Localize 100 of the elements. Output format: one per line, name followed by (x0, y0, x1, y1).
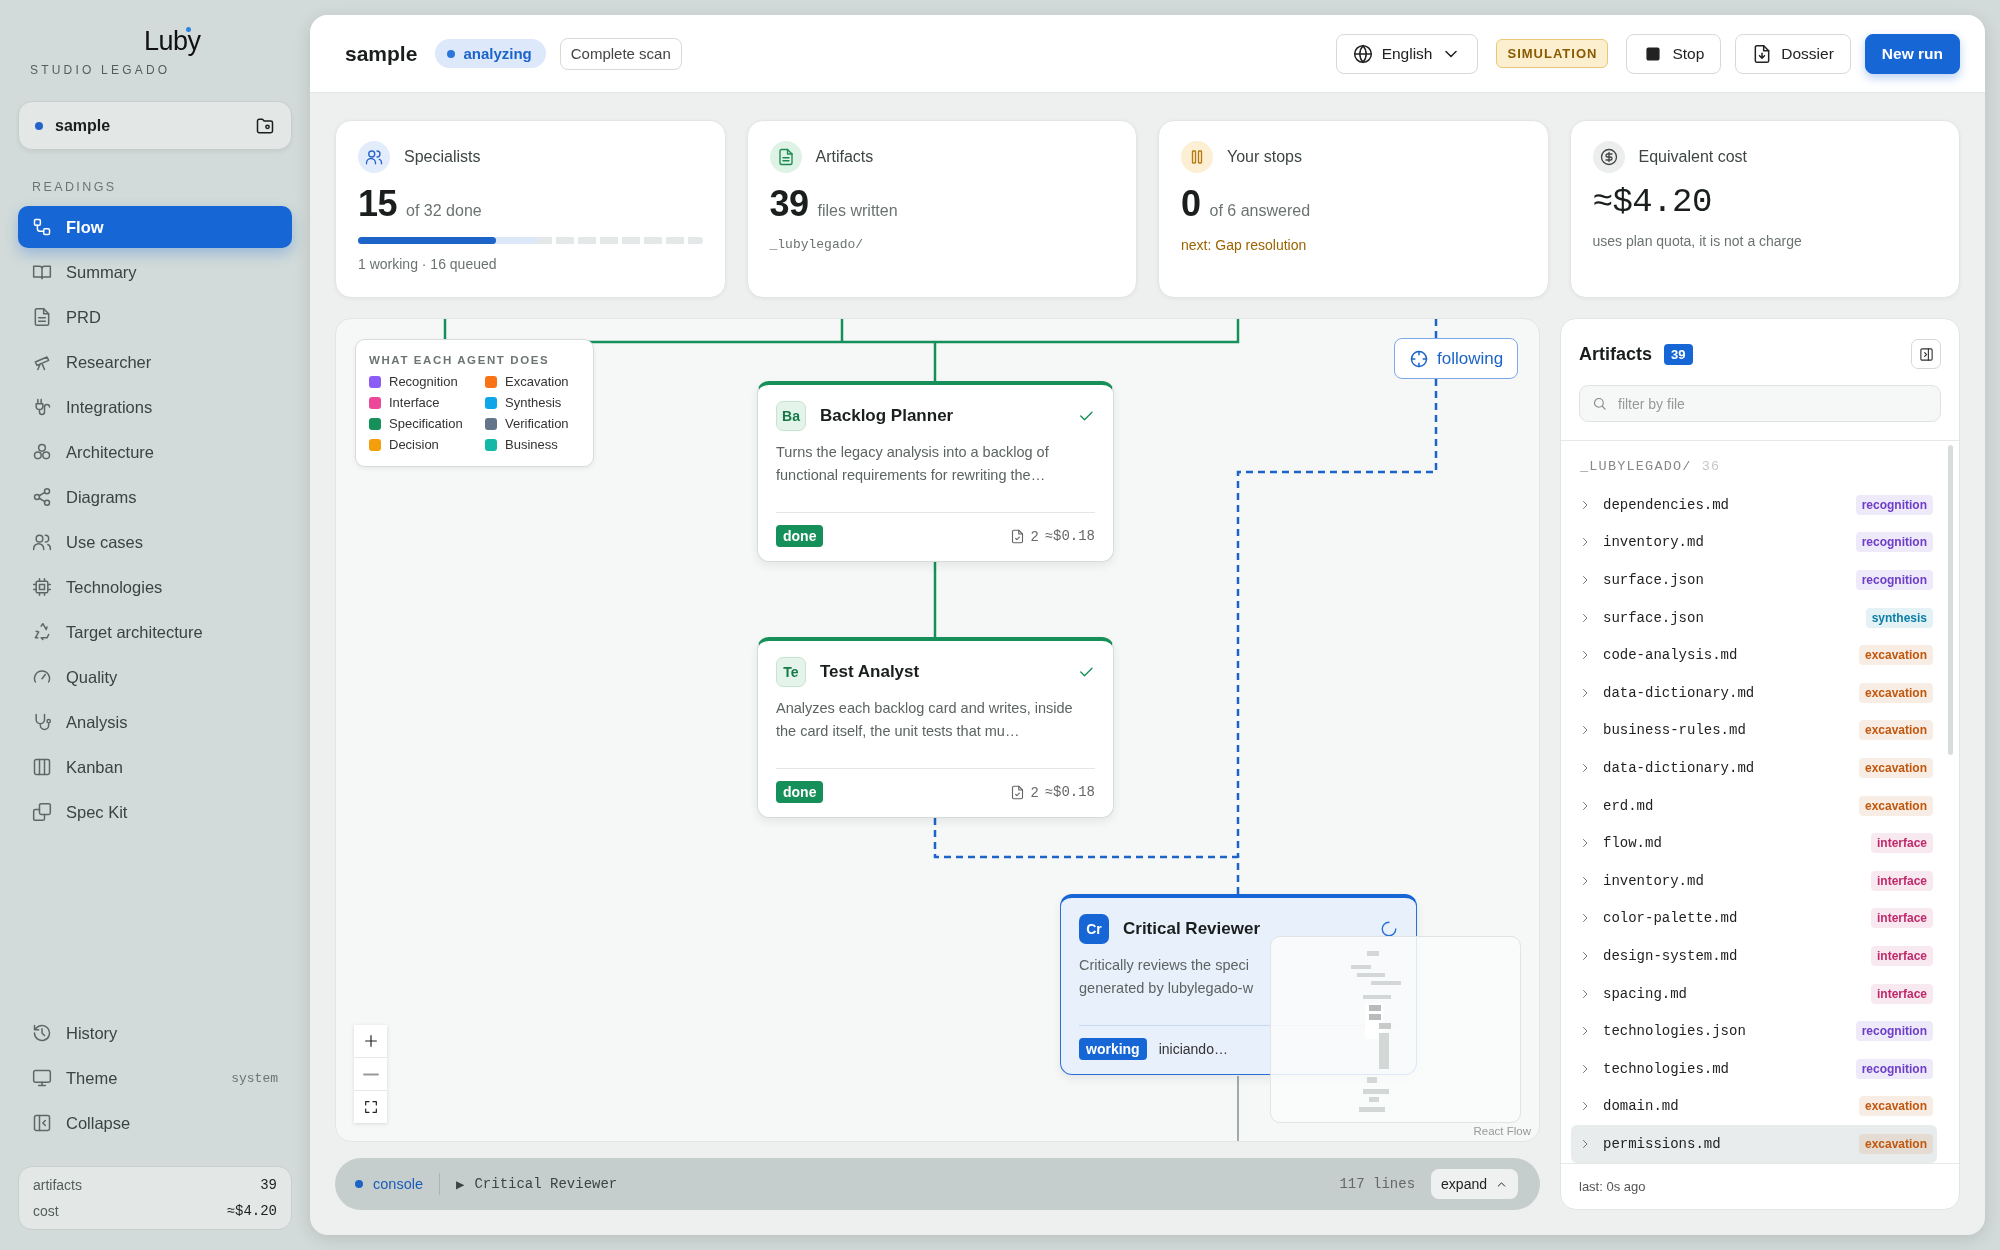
nav-item[interactable]: PRD (18, 296, 292, 338)
scrollbar[interactable] (1948, 445, 1953, 755)
stat-value: 39 (769, 183, 809, 225)
plus-icon (362, 1033, 379, 1049)
users-icon (32, 532, 52, 552)
monitor-icon (32, 1068, 52, 1088)
nav-item[interactable]: Summary (18, 251, 292, 293)
stat-value: 0 (1181, 183, 1201, 225)
plug-icon (32, 397, 52, 417)
legend-label: Business (505, 437, 558, 452)
category-tag: excavation (1858, 795, 1933, 816)
category-tag: recognition (1855, 532, 1933, 553)
file-row[interactable]: surface.json synthesis (1571, 598, 1937, 637)
dossier-button[interactable]: Dossier (1735, 33, 1851, 74)
category-tag: excavation (1858, 720, 1933, 741)
category-tag: excavation (1858, 682, 1933, 703)
file-row[interactable]: domain.md excavation (1571, 1087, 1937, 1126)
file-row[interactable]: dependencies.md recognition (1571, 486, 1937, 524)
stat-caption: of 32 done (406, 202, 482, 220)
console-agent: Critical Reviewer (474, 1176, 618, 1192)
stat-note: next: Gap resolution (1181, 237, 1308, 253)
category-tag: interface (1870, 983, 1933, 1004)
initials-avatar: Te (776, 657, 806, 687)
nav-item[interactable]: Target architecture (18, 611, 292, 653)
nav-item[interactable]: Use cases (18, 521, 292, 563)
status-badge: done (776, 525, 824, 547)
nav-item[interactable]: Researcher (18, 341, 292, 383)
nav-item[interactable]: History (18, 1012, 292, 1054)
nav-item[interactable]: Architecture (18, 431, 292, 473)
nav-item[interactable]: Technologies (18, 566, 292, 608)
nav-item[interactable]: Kanban (18, 746, 292, 788)
node-title: Backlog Planner (820, 406, 955, 426)
columns-icon (32, 757, 52, 777)
history-icon (32, 1023, 52, 1043)
category-tag: recognition (1855, 1021, 1933, 1042)
file-row[interactable]: permissions.md excavation (1571, 1125, 1937, 1163)
category-tag: excavation (1858, 645, 1933, 666)
language-select[interactable]: English (1335, 33, 1479, 74)
share-icon (32, 487, 52, 507)
zoom-in-button[interactable] (354, 1025, 387, 1057)
status-dot (355, 1180, 363, 1188)
file-row[interactable]: surface.json recognition (1571, 561, 1937, 599)
file-count: 2 (1030, 784, 1039, 800)
collapse-icon (32, 1113, 52, 1133)
scan-button[interactable]: Complete scan (559, 37, 682, 70)
file-row[interactable]: inventory.md interface (1571, 861, 1937, 900)
stat-note: _lubylegado/ (769, 237, 865, 252)
file-row[interactable]: design-system.md interface (1571, 937, 1937, 975)
stat-value: 15 (358, 183, 398, 225)
copy-icon (32, 802, 52, 822)
agent-node[interactable]: Ba Backlog Planner Turns the legacy analysis into a backlog of functional requirements for rewriting the… done 2 ≈$0.18 (757, 381, 1114, 562)
follow-button[interactable]: following (1394, 338, 1519, 379)
file-row[interactable]: data-dictionary.md excavation (1571, 673, 1937, 712)
category-tag: recognition (1855, 494, 1933, 515)
nav-item[interactable]: Diagrams (18, 476, 292, 518)
agent-node[interactable]: Te Test Analyst Analyzes each backlog card and writes, inside the card itself, the unit tests that mu… done 2 ≈$0.18 (757, 637, 1114, 818)
brand-subtitle: STUDIO LEGADO (30, 63, 172, 77)
file-row[interactable]: spacing.md interface (1571, 974, 1937, 1013)
filter-field[interactable]: filter by file (1579, 385, 1941, 422)
file-row[interactable]: data-dictionary.md excavation (1571, 749, 1937, 787)
node-title: Test Analyst (820, 662, 921, 682)
nav-item[interactable]: Collapse (18, 1102, 292, 1144)
legend-label: Interface (389, 395, 440, 410)
file-row[interactable]: technologies.json recognition (1571, 1012, 1937, 1050)
sidebar-icon (1918, 346, 1934, 362)
nav-item[interactable]: Integrations (18, 386, 292, 428)
file-row[interactable]: code-analysis.md excavation (1571, 636, 1937, 674)
globe-icon (1352, 43, 1373, 64)
panel-toggle-button[interactable] (1911, 339, 1941, 369)
stat-label: Specialists (404, 148, 481, 166)
count-badge: 39 (1664, 343, 1693, 365)
file-row[interactable]: color-palette.md interface (1571, 899, 1937, 938)
nav-item[interactable]: Analysis (18, 701, 292, 743)
nav-item[interactable]: Flow (18, 206, 292, 248)
category-tag: excavation (1858, 757, 1933, 778)
nav-item[interactable]: Quality (18, 656, 292, 698)
category-tag: recognition (1855, 570, 1933, 590)
category-tag: excavation (1858, 1096, 1933, 1117)
expand-button[interactable]: expand (1431, 1169, 1518, 1199)
nav-item[interactable]: Theme system (18, 1057, 292, 1099)
primary-button[interactable]: New run (1864, 33, 1960, 74)
last-update-text: last: 0s ago (1561, 1163, 1959, 1209)
file-row[interactable]: technologies.md recognition (1571, 1049, 1937, 1088)
file-row[interactable]: erd.md excavation (1571, 786, 1937, 825)
stop-button[interactable]: Stop (1626, 33, 1722, 74)
stat-label: Artifacts (815, 148, 874, 166)
file-row[interactable]: flow.md interface (1571, 824, 1937, 862)
category-tag: interface (1870, 945, 1933, 966)
nav-item[interactable]: Spec Kit (18, 791, 292, 833)
fit-view-button[interactable] (354, 1091, 387, 1123)
project-selector[interactable]: sample (18, 101, 292, 150)
file-row[interactable]: business-rules.md excavation (1571, 711, 1937, 750)
category-tag: excavation (1858, 1133, 1933, 1154)
stat-value: ≈$4.20 (1592, 183, 1712, 221)
stat-caption: files written (817, 202, 898, 220)
dollar-icon (1599, 148, 1618, 166)
file-count: 2 (1030, 528, 1039, 544)
category-tag: interface (1870, 833, 1933, 854)
file-row[interactable]: inventory.md recognition (1571, 523, 1937, 562)
legend-label: Decision (389, 437, 439, 452)
